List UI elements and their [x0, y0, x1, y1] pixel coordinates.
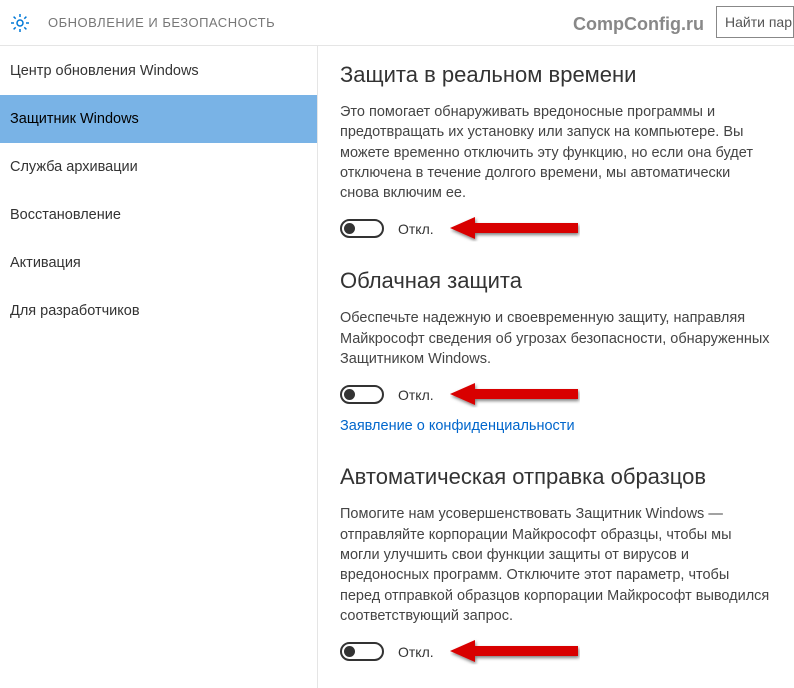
toggle-row: Откл.: [340, 385, 772, 404]
toggle-label: Откл.: [398, 387, 434, 403]
section-title: Автоматическая отправка образцов: [340, 464, 772, 490]
section-cloud: Облачная защита Обеспечьте надежную и св…: [340, 268, 772, 434]
page-title: ОБНОВЛЕНИЕ И БЕЗОПАСНОСТЬ: [48, 15, 275, 30]
sidebar-item-label: Защитник Windows: [10, 111, 139, 127]
header: ОБНОВЛЕНИЕ И БЕЗОПАСНОСТЬ CompConfig.ru …: [0, 0, 794, 46]
toggle-label: Откл.: [398, 644, 434, 660]
privacy-link[interactable]: Заявление о конфиденциальности: [340, 418, 575, 434]
samples-toggle[interactable]: [340, 642, 384, 661]
gear-icon: [10, 13, 30, 33]
sidebar-item-recovery[interactable]: Восстановление: [0, 191, 317, 239]
section-desc: Помогите нам усовершенствовать Защитник …: [340, 504, 772, 626]
section-desc: Это помогает обнаруживать вредоносные пр…: [340, 102, 772, 203]
content: Защита в реальном времени Это помогает о…: [318, 46, 794, 688]
sidebar-item-activation[interactable]: Активация: [0, 239, 317, 287]
sidebar-item-developers[interactable]: Для разработчиков: [0, 287, 317, 335]
annotation-arrow-icon: [450, 213, 580, 243]
toggle-knob: [344, 646, 355, 657]
annotation-arrow-icon: [450, 379, 580, 409]
sidebar-item-label: Активация: [10, 255, 81, 271]
annotation-arrow-icon: [450, 636, 580, 666]
toggle-knob: [344, 223, 355, 234]
toggle-row: Откл.: [340, 219, 772, 238]
section-title: Защита в реальном времени: [340, 62, 772, 88]
cloud-toggle[interactable]: [340, 385, 384, 404]
sidebar-item-label: Служба архивации: [10, 159, 138, 175]
section-realtime: Защита в реальном времени Это помогает о…: [340, 62, 772, 238]
sidebar-item-defender[interactable]: Защитник Windows: [0, 95, 317, 143]
section-title: Облачная защита: [340, 268, 772, 294]
section-desc: Обеспечьте надежную и своевременную защи…: [340, 308, 772, 369]
sidebar-item-label: Восстановление: [10, 207, 121, 223]
sidebar-item-label: Центр обновления Windows: [10, 63, 199, 79]
search-input[interactable]: Найти пар: [716, 6, 794, 38]
toggle-knob: [344, 389, 355, 400]
sidebar: Центр обновления Windows Защитник Window…: [0, 46, 318, 688]
search-placeholder: Найти пар: [725, 14, 792, 30]
sidebar-item-update[interactable]: Центр обновления Windows: [0, 47, 317, 95]
section-samples: Автоматическая отправка образцов Помогит…: [340, 464, 772, 661]
sidebar-item-backup[interactable]: Служба архивации: [0, 143, 317, 191]
sidebar-item-label: Для разработчиков: [10, 303, 140, 319]
toggle-label: Откл.: [398, 221, 434, 237]
toggle-row: Откл.: [340, 642, 772, 661]
realtime-toggle[interactable]: [340, 219, 384, 238]
watermark: CompConfig.ru: [573, 14, 704, 35]
